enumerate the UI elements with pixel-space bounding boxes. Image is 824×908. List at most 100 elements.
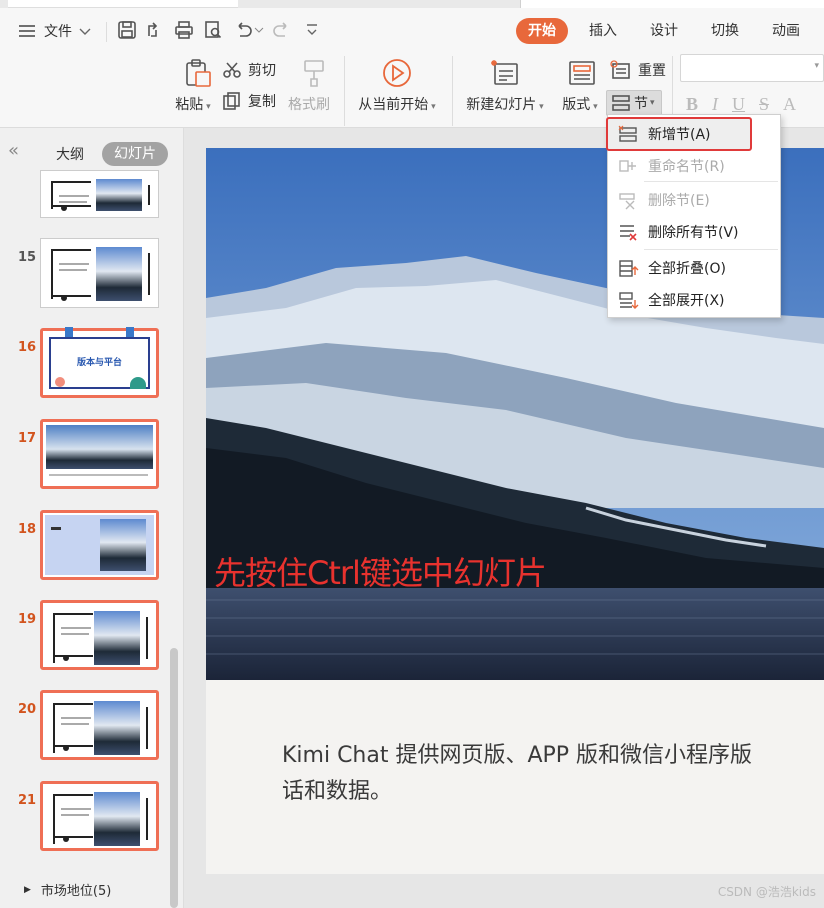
slide-thumbnail[interactable] (40, 781, 159, 851)
thumbnail-title: 版本与平台 (76, 358, 122, 368)
italic-button[interactable]: I (712, 94, 718, 115)
slide-number: 18 (18, 522, 37, 537)
menu-item-label: 删除节(E) (648, 193, 710, 209)
slide-thumbnail[interactable] (40, 419, 159, 489)
menu-item-label: 删除所有节(V) (648, 225, 739, 241)
print-preview-icon[interactable] (203, 20, 223, 40)
save-icon[interactable] (117, 20, 137, 40)
copy-label: 复制 (248, 94, 276, 110)
customize-toolbar-icon[interactable] (305, 22, 319, 38)
add-section-icon (618, 125, 637, 142)
slide-thumbnail[interactable] (40, 238, 159, 308)
new-slide-button[interactable]: 新建幻灯片 ▾ (460, 58, 550, 120)
menu-separator (644, 181, 778, 182)
tab-design[interactable]: 设计 (638, 18, 690, 44)
main-menu-button[interactable]: 文件 (18, 20, 92, 42)
menu-item-label: 新增节(A) (648, 127, 711, 143)
section-header-market[interactable]: ▶ 市场地位(5) (24, 880, 111, 899)
window-tab-strip (0, 0, 824, 8)
slide-thumbnail[interactable] (40, 600, 159, 670)
panel-scrollbar[interactable] (170, 648, 178, 908)
undo-dropdown-icon[interactable] (254, 26, 264, 34)
ribbon: 文件 开始 插入 设计 切换 动画 粘贴 ▾ 剪切 复制 格式刷 从当前开始 ▾… (0, 8, 824, 128)
section-label: 节 (634, 96, 648, 112)
menu-separator (644, 249, 778, 250)
from-current-button[interactable]: 从当前开始 ▾ (352, 58, 442, 120)
collapse-panel-icon[interactable]: « (8, 140, 19, 161)
slide-number: 21 (18, 793, 37, 808)
font-name-select[interactable]: ▾ (680, 54, 824, 82)
slide-number: 16 (18, 340, 37, 355)
menu-item-delete-all-sections[interactable]: 删除所有节(V) (608, 217, 780, 247)
slide-thumbnail[interactable] (40, 510, 159, 580)
layout-icon (569, 61, 595, 85)
menu-item-delete-section: 删除节(E) (608, 185, 780, 215)
menu-item-rename-section: 重命名节(R) (608, 151, 780, 181)
tab-insert[interactable]: 插入 (577, 18, 629, 44)
reset-icon (610, 60, 630, 79)
redo-icon[interactable] (272, 20, 292, 40)
expand-section-icon: ▶ (24, 884, 31, 895)
rename-section-icon (619, 160, 636, 172)
tab-animation[interactable]: 动画 (760, 18, 812, 44)
paste-icon (186, 59, 211, 87)
slide-body-line-2: 话和数据。 (282, 779, 393, 804)
collapse-all-icon (619, 260, 639, 277)
section-dropdown-icon: ▾ (650, 98, 655, 108)
font-format-buttons: B I U S A (686, 94, 796, 115)
section-dropdown-menu: 新增节(A) 重命名节(R) 删除节(E) 删除所有节(V) 全部折叠(O) 全部展开(X… (606, 114, 781, 318)
play-icon (383, 59, 411, 87)
paste-button[interactable]: 粘贴 ▾ (170, 58, 216, 120)
cut-label: 剪切 (248, 63, 276, 79)
copy-icon (223, 92, 240, 110)
scissors-icon (223, 62, 241, 78)
section-header-label: 市场地位(5) (40, 884, 112, 899)
layout-label: 版式 ▾ (562, 97, 598, 113)
tab-transition[interactable]: 切换 (699, 18, 751, 44)
copy-button[interactable]: 复制 (222, 91, 276, 111)
menu-row: 文件 开始 插入 设计 切换 动画 (0, 8, 824, 52)
format-painter-button[interactable]: 格式刷 (284, 58, 334, 120)
new-slide-icon (491, 60, 518, 85)
strikethrough-button[interactable]: S (759, 94, 769, 115)
hamburger-icon (19, 25, 35, 37)
tab-outline[interactable]: 大纲 (56, 144, 84, 164)
slide-number: 15 (18, 250, 37, 265)
slide-thumbnail[interactable] (40, 170, 159, 218)
cut-button[interactable]: 剪切 (222, 60, 276, 80)
menu-item-expand-all[interactable]: 全部展开(X) (608, 285, 780, 315)
print-icon[interactable] (174, 20, 194, 40)
new-slide-label: 新建幻灯片 ▾ (466, 97, 544, 113)
tab-slides[interactable]: 幻灯片 (102, 142, 168, 166)
reset-label: 重置 (638, 63, 666, 79)
slide-body-line-1: Kimi Chat 提供网页版、APP 版和微信小程序版 (282, 743, 753, 768)
slide-number: 20 (18, 702, 37, 717)
underline-button[interactable]: U (732, 94, 745, 115)
slide-body-text[interactable]: Kimi Chat 提供网页版、APP 版和微信小程序版 话和数据。 (282, 738, 752, 810)
tab-home[interactable]: 开始 (516, 18, 568, 44)
delete-section-icon (619, 193, 635, 210)
paste-label: 粘贴 ▾ (175, 97, 211, 113)
export-icon[interactable] (145, 20, 165, 40)
from-current-label: 从当前开始 ▾ (358, 97, 436, 113)
menu-item-label: 全部展开(X) (648, 293, 725, 309)
format-painter-icon (304, 60, 324, 87)
reset-button[interactable]: 重置 (610, 60, 666, 80)
delete-all-sections-icon (620, 225, 637, 241)
overlay-annotation-text: 先按住Ctrl键选中幻灯片 (214, 554, 547, 592)
slide-thumbnail[interactable]: 版本与平台 (40, 327, 159, 398)
layout-button[interactable]: 版式 ▾ (556, 58, 604, 120)
menu-item-add-section[interactable]: 新增节(A) (606, 117, 752, 151)
slide-number: 17 (18, 431, 37, 446)
section-button[interactable]: 节 ▾ (606, 90, 662, 116)
menu-item-collapse-all[interactable]: 全部折叠(O) (608, 253, 780, 283)
undo-icon[interactable] (233, 20, 253, 40)
file-menu-label: 文件 (44, 24, 72, 40)
bold-button[interactable]: B (686, 94, 698, 115)
slide-thumbnail[interactable] (40, 690, 159, 760)
expand-all-icon (619, 292, 639, 309)
section-icon (612, 95, 630, 111)
chevron-down-icon (79, 28, 91, 35)
font-color-button[interactable]: A (783, 94, 796, 115)
slide-number: 19 (18, 612, 37, 627)
